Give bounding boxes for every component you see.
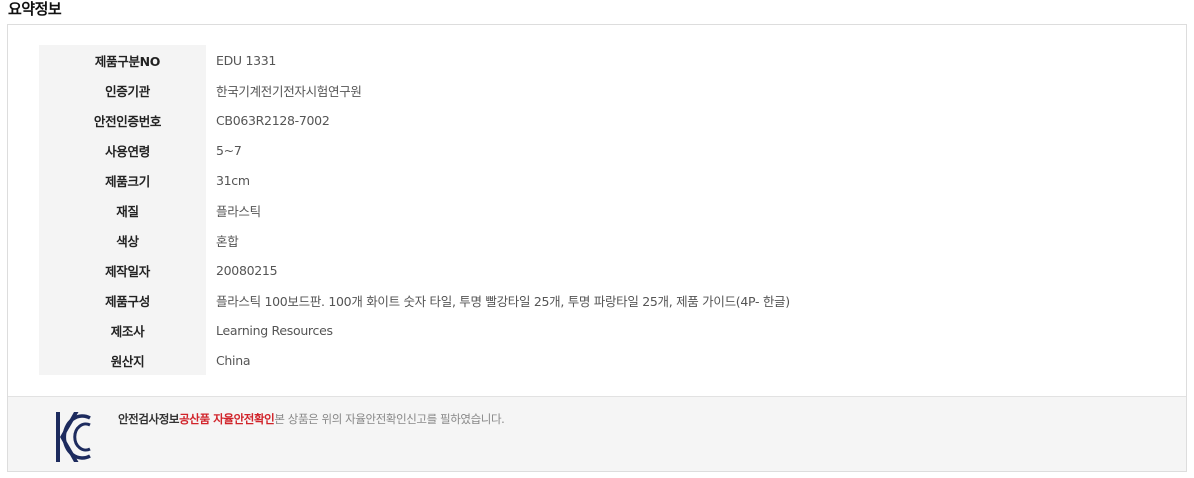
row-value: 혼합	[216, 233, 239, 249]
row-value: China	[216, 352, 251, 368]
row-label: 원산지	[39, 345, 206, 375]
row-value: CB063R2128-7002	[216, 112, 330, 128]
table-row: 인증기관 한국기계전기전자시험연구원	[39, 75, 790, 105]
table-row: 제품구성 플라스틱 100보드판. 100개 화이트 숫자 타일, 투명 빨강타…	[39, 285, 790, 315]
summary-info-panel: 제품구분NO EDU 1331 인증기관 한국기계전기전자시험연구원 안전인증번…	[7, 24, 1187, 472]
table-row: 안전인증번호 CB063R2128-7002	[39, 105, 790, 135]
row-value: 5~7	[216, 142, 242, 158]
row-label: 제품크기	[39, 165, 206, 195]
row-label: 안전인증번호	[39, 105, 206, 135]
kc-notice-highlight: 공산품 자율안전확인	[179, 412, 275, 426]
row-value: 31cm	[216, 172, 250, 188]
table-row: 제조사 Learning Resources	[39, 315, 790, 345]
kc-notice-text: 안전검사정보공산품 자율안전확인본 상품은 위의 자율안전확인신고를 필하였습니…	[118, 411, 505, 427]
table-row: 사용연령 5~7	[39, 135, 790, 165]
table-row: 원산지 China	[39, 345, 790, 375]
row-value: Learning Resources	[216, 322, 333, 338]
row-value: 한국기계전기전자시험연구원	[216, 83, 362, 99]
row-value: 플라스틱 100보드판. 100개 화이트 숫자 타일, 투명 빨강타일 25개…	[216, 293, 790, 309]
table-row: 제품크기 31cm	[39, 165, 790, 195]
row-label: 제작일자	[39, 255, 206, 285]
kc-notice-description: 본 상품은 위의 자율안전확인신고를 필하였습니다.	[274, 412, 505, 426]
row-value: 플라스틱	[216, 203, 261, 219]
table-row: 제품구분NO EDU 1331	[39, 45, 790, 75]
table-row: 제작일자 20080215	[39, 255, 790, 285]
row-value: EDU 1331	[216, 52, 277, 68]
table-row: 색상 혼합	[39, 225, 790, 255]
table-row: 재질 플라스틱	[39, 195, 790, 225]
row-label: 제품구성	[39, 285, 206, 315]
row-label: 인증기관	[39, 75, 206, 105]
row-label: 재질	[39, 195, 206, 225]
kc-mark-icon	[56, 412, 91, 462]
row-label: 사용연령	[39, 135, 206, 165]
product-info-table: 제품구분NO EDU 1331 인증기관 한국기계전기전자시험연구원 안전인증번…	[39, 45, 790, 375]
row-label: 색상	[39, 225, 206, 255]
kc-notice-label: 안전검사정보	[118, 412, 180, 426]
row-label: 제조사	[39, 315, 206, 345]
kc-certification-panel: 안전검사정보공산품 자율안전확인본 상품은 위의 자율안전확인신고를 필하였습니…	[8, 396, 1186, 471]
section-title: 요약정보	[8, 0, 62, 18]
row-value: 20080215	[216, 262, 278, 278]
row-label: 제품구분NO	[39, 45, 206, 75]
